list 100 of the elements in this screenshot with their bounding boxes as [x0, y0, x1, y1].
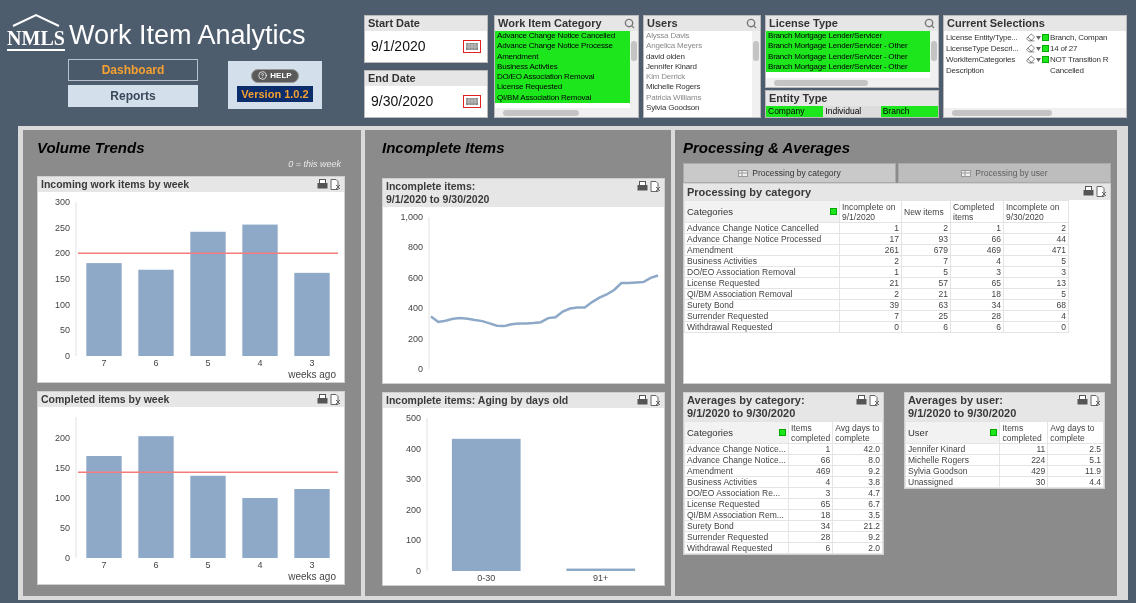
column-header[interactable]: Categories	[684, 421, 789, 444]
date-field[interactable]: 9/30/2020	[371, 91, 434, 112]
list-item[interactable]: Branch Mortgage Lender/Servicer	[766, 31, 930, 42]
column-header[interactable]: Avg days to complete	[1047, 421, 1104, 444]
nav-button[interactable]: Reports	[68, 85, 198, 107]
table-cell: 30	[999, 476, 1048, 488]
print-icon[interactable]	[317, 394, 328, 404]
search-icon[interactable]	[746, 18, 757, 29]
table-cell: Advance Change Notice...	[684, 443, 789, 455]
table-cell: 13	[1003, 277, 1069, 289]
print-icon[interactable]	[856, 395, 867, 405]
table-cell: 18	[950, 288, 1004, 300]
print-icon[interactable]	[317, 179, 328, 189]
axis-label: 7	[101, 358, 107, 368]
axis-label: 200	[54, 433, 70, 443]
export-icon[interactable]	[650, 181, 661, 192]
export-icon[interactable]	[650, 395, 661, 406]
axis-label: 0	[418, 364, 423, 374]
export-icon[interactable]	[1096, 186, 1107, 197]
search-icon[interactable]	[624, 18, 635, 29]
list-item[interactable]: Advance Change Notice Cancelled	[495, 31, 630, 42]
table-cell: 66	[788, 454, 833, 466]
column-header[interactable]: Avg days to complete	[832, 421, 883, 444]
scrollbar[interactable]	[752, 31, 760, 117]
eraser-icon[interactable]	[1026, 33, 1035, 42]
search-icon[interactable]	[924, 18, 935, 29]
table-cell: 21	[839, 277, 902, 289]
tab[interactable]: Processing by user	[898, 163, 1111, 183]
tab[interactable]: Processing by category	[683, 163, 896, 183]
scrollbar[interactable]	[766, 78, 938, 87]
list-item[interactable]: Business Activties	[495, 61, 630, 73]
print-icon[interactable]	[1077, 395, 1088, 405]
table-cell: 6.7	[832, 498, 883, 510]
table-cell: 21.2	[832, 520, 883, 532]
bar	[242, 498, 278, 558]
axis-label: 1,000	[400, 212, 423, 222]
calendar-icon[interactable]	[463, 95, 481, 108]
table-cell: License Requested	[684, 277, 840, 289]
help-button[interactable]: HELP	[251, 68, 299, 83]
table-cell: 6	[788, 542, 833, 554]
export-icon[interactable]	[330, 394, 341, 405]
table-cell: 8.0	[832, 454, 883, 466]
export-icon[interactable]	[1090, 395, 1101, 406]
table-cell: Sylvia Goodson	[905, 465, 1000, 477]
list-item[interactable]: Advance Change Notice Processe	[495, 41, 630, 52]
list-item[interactable]: Branch Mortgage Lender/Servicer - Other	[766, 51, 930, 62]
note-text: 0 = this week	[288, 158, 341, 170]
caret-icon[interactable]	[1036, 57, 1041, 62]
table-cell: 0	[839, 321, 902, 333]
table-cell: Advance Change Notice Cancelled	[684, 222, 840, 234]
column-header[interactable]: User	[905, 421, 1000, 444]
eraser-icon[interactable]	[1026, 55, 1035, 64]
table-cell: 5.1	[1047, 454, 1104, 466]
calendar-icon[interactable]	[463, 40, 481, 53]
print-icon[interactable]	[1083, 186, 1094, 196]
eraser-icon[interactable]	[1026, 44, 1035, 53]
table-cell: 1	[788, 443, 833, 455]
caret-icon[interactable]	[1036, 35, 1041, 40]
table-cell: 63	[901, 299, 951, 311]
table-cell: 224	[999, 454, 1048, 466]
scrollbar[interactable]	[630, 31, 638, 108]
print-icon[interactable]	[637, 181, 648, 191]
list-item[interactable]: Branch	[880, 106, 938, 117]
axis-label: 600	[407, 272, 423, 283]
list-item[interactable]: Company	[766, 106, 824, 117]
table-cell: 5	[1003, 255, 1069, 267]
column-header[interactable]: Completed items	[950, 200, 1004, 223]
column-header[interactable]: Incomplete on 9/30/2020	[1003, 200, 1069, 223]
column-header[interactable]: Categories	[684, 200, 840, 223]
list-item[interactable]: Branch Mortgage Lender/Servicer - Other	[766, 61, 930, 73]
axis-label: 6	[153, 358, 159, 368]
list-item[interactable]: License Requested	[495, 82, 630, 93]
date-field[interactable]: 9/1/2020	[371, 36, 426, 57]
axis-label: 100	[54, 299, 70, 310]
scrollbar[interactable]	[930, 31, 938, 78]
list-item[interactable]: Individual	[823, 106, 881, 117]
list-item[interactable]: Amendment	[495, 51, 630, 62]
caret-icon[interactable]	[1036, 46, 1041, 51]
column-header[interactable]: Items completed	[999, 421, 1048, 444]
export-icon[interactable]	[869, 395, 880, 406]
list-title: License Type	[769, 18, 838, 29]
list-item[interactable]: QI/BM Association Removal	[495, 92, 630, 104]
table-cell: 6	[950, 321, 1004, 333]
print-icon[interactable]	[637, 395, 648, 405]
axis-label: 3	[309, 358, 315, 368]
column-header[interactable]: Items completed	[788, 421, 833, 444]
status-icon	[830, 208, 837, 215]
table-cell: 2	[901, 222, 951, 234]
list-item[interactable]: Branch Mortgage Lender/Servicer - Other	[766, 41, 930, 52]
column-header[interactable]: Incomplete on 9/1/2020	[839, 200, 902, 223]
list-item[interactable]: DO/EO Association Removal	[495, 72, 630, 83]
table-cell: 4.7	[832, 487, 883, 499]
scrollbar[interactable]	[944, 108, 1126, 117]
table-cell: 4	[1003, 310, 1069, 322]
table-cell: 1	[839, 266, 902, 278]
column-header[interactable]: New items	[901, 200, 951, 223]
table-cell: Surrender Requested	[684, 531, 789, 543]
card-title: Completed items by week	[41, 393, 170, 406]
scrollbar[interactable]	[495, 108, 638, 117]
export-icon[interactable]	[330, 179, 341, 190]
